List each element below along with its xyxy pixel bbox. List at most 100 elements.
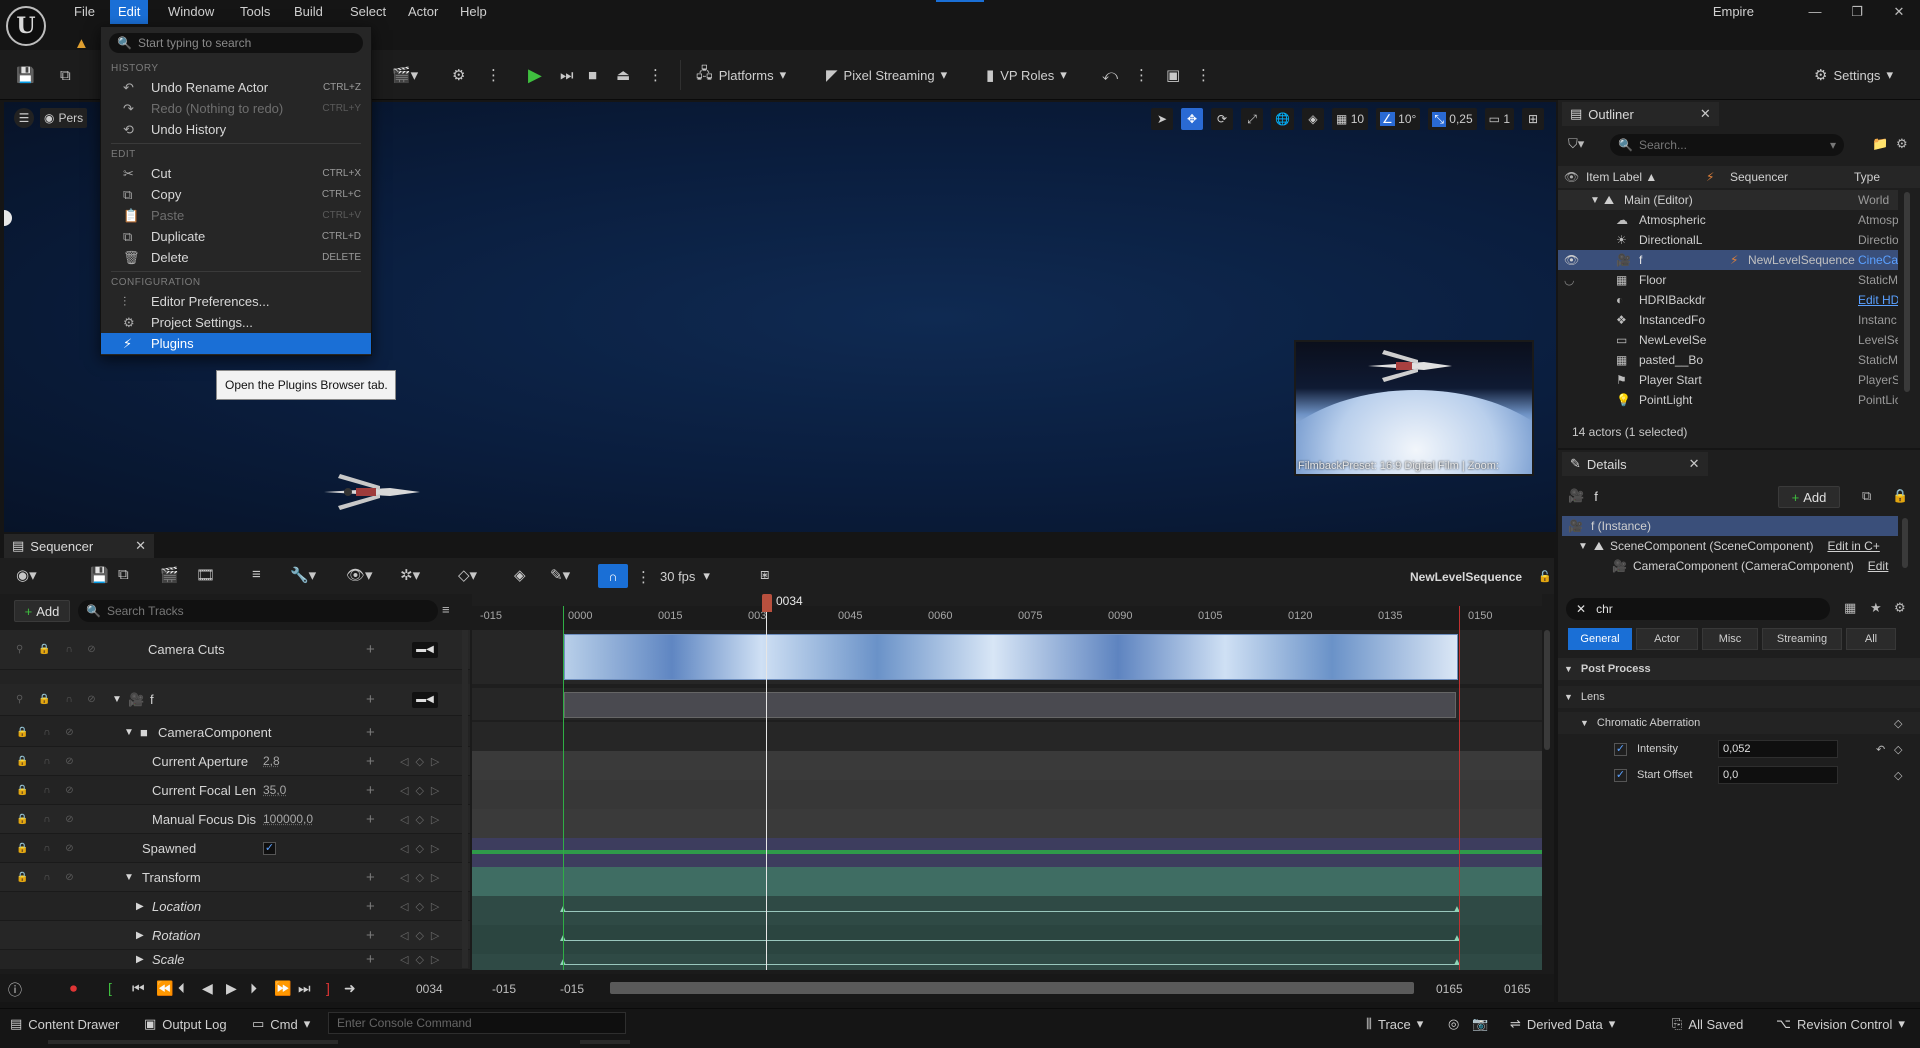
menu-search-input[interactable]: 🔍 Start typing to search	[109, 33, 363, 53]
derived-data-button[interactable]: ⇌ Derived Data ▾	[1510, 1016, 1615, 1032]
camera-cuts-icon[interactable]: 🎬	[160, 566, 179, 584]
rotate-tool-icon[interactable]: ⟳	[1211, 108, 1234, 130]
keyframe-nav-icons[interactable]: ◁◇▷	[400, 953, 446, 966]
details-search-input[interactable]: ✕ chr	[1566, 598, 1830, 620]
perspective-button[interactable]: ◉ Pers	[40, 108, 88, 128]
track-location[interactable]: ▶ Location + ◁◇▷	[0, 892, 470, 921]
undo-rename-actor-item[interactable]: ↶ Undo Rename Actor CTRL+Z	[101, 77, 371, 98]
translate-tool-icon[interactable]: ✥	[1181, 108, 1204, 130]
tab-streaming[interactable]: Streaming	[1762, 628, 1842, 650]
camera-component-row[interactable]: 🎥 CameraComponent (CameraComponent) Edit	[1612, 556, 1888, 576]
auto-key-icon[interactable]: ◈	[514, 566, 526, 584]
column-type[interactable]: Type	[1854, 170, 1880, 184]
table-view-icon[interactable]: ▦	[1844, 600, 1856, 616]
all-saved-button[interactable]: ⎘ All Saved	[1672, 1016, 1743, 1032]
lock-icons[interactable]: 🔒 ∩ ⊘	[16, 727, 80, 738]
close-icon[interactable]: ✕	[1689, 456, 1700, 472]
playback-options-icon[interactable]: ≡	[252, 566, 261, 583]
track-current-aperture[interactable]: 🔒 ∩ ⊘ Current Aperture 2,8 + ◁◇▷	[0, 747, 470, 776]
keyframe-icon[interactable]: ▲	[1452, 957, 1462, 968]
lock-icons[interactable]: 🔒 ∩ ⊘	[16, 872, 80, 883]
spawned-checkbox[interactable]: ✓	[263, 841, 276, 855]
trace-button[interactable]: ⫼ Trace ▾	[1366, 1016, 1423, 1032]
select-tool-icon[interactable]: ➤	[1151, 108, 1174, 130]
edit-mode-icon[interactable]: ✎▾	[550, 566, 570, 584]
play-forward-icon[interactable]: ▶	[226, 980, 237, 997]
menu-help[interactable]: Help	[452, 0, 495, 24]
set-start-icon[interactable]: [	[108, 980, 112, 996]
stop-icon[interactable]: ■	[588, 62, 597, 88]
platforms-button[interactable]: 🖧 Platforms ▾	[696, 62, 786, 88]
keyframe-icon[interactable]: ▲	[1452, 933, 1462, 944]
blueprint-convert-icon[interactable]: ⧉	[1862, 488, 1871, 504]
add-icon[interactable]: +	[366, 753, 375, 770]
track-transform[interactable]: 🔒 ∩ ⊘ ▼ Transform + ◁◇▷	[0, 863, 470, 892]
tab-misc[interactable]: Misc	[1702, 628, 1758, 650]
track-camera-cuts[interactable]: ⚲ 🔒 ∩ ⊘ Camera Cuts + ▬◀	[0, 630, 470, 670]
delete-item[interactable]: 🗑 Delete DELETE	[101, 247, 371, 268]
keyframe-icon[interactable]: ▲	[1452, 904, 1462, 915]
playhead-handle[interactable]	[762, 594, 772, 612]
unreal-logo-icon[interactable]: U	[6, 6, 46, 46]
outliner-search-input[interactable]: 🔍 Search... ▾	[1610, 134, 1844, 156]
play-options-icon[interactable]: ⋮	[648, 62, 663, 88]
outliner-row[interactable]: ☀ DirectionalL Directio	[1558, 230, 1898, 250]
menu-tools[interactable]: Tools	[232, 0, 278, 24]
intensity-input[interactable]: 0,052	[1718, 740, 1838, 758]
add-icon[interactable]: +	[366, 869, 375, 886]
settings-gear-icon[interactable]: ⚙	[1896, 136, 1908, 152]
step-icon[interactable]: ⏭	[560, 62, 574, 88]
pin-lock-icons[interactable]: ⚲ 🔒 ∩ ⊘	[16, 694, 102, 705]
settings-gear-icon[interactable]: ⚙	[1894, 600, 1906, 616]
copy-item[interactable]: ⧉ Copy CTRL+C	[101, 184, 371, 205]
intensity-checkbox[interactable]: ✓	[1614, 742, 1627, 756]
menu-file[interactable]: File	[66, 0, 103, 24]
info-icon[interactable]: ⓘ	[8, 980, 22, 1000]
lock-icons[interactable]: 🔒 ∩ ⊘	[16, 756, 80, 767]
redo-item[interactable]: ↷ Redo (Nothing to redo) CTRL+Y	[101, 98, 371, 119]
timeline-area[interactable]: -015 0000 0015 003 0045 0060 0075 0090 0…	[472, 594, 1542, 970]
camera-lock-icon[interactable]: ▬◀	[412, 641, 438, 658]
pixel-streaming-button[interactable]: ◤ Pixel Streaming ▾	[826, 62, 947, 88]
view-end-frame[interactable]: 0165	[1504, 982, 1531, 996]
pin-lock-icons[interactable]: ⚲ 🔒 ∩ ⊘	[16, 644, 102, 655]
outliner-row-world[interactable]: ▼ ⛰ Main (Editor) World	[1558, 190, 1898, 210]
column-item-label[interactable]: Item Label ▲	[1586, 170, 1657, 184]
eject-icon[interactable]: ⏏	[616, 62, 630, 88]
prev-key-icon[interactable]: ⏪	[156, 980, 173, 997]
current-frame[interactable]: 0034	[416, 982, 443, 996]
keyframe-nav-icons[interactable]: ◁◇▷	[400, 929, 446, 942]
details-tab[interactable]: ✎ Details ✕	[1562, 452, 1708, 476]
grid-snap-button[interactable]: ▦ 10	[1332, 108, 1369, 130]
start-offset-input[interactable]: 0,0	[1718, 766, 1838, 784]
add-icon[interactable]: +	[366, 641, 375, 658]
add-component-button[interactable]: + Add	[1778, 486, 1840, 508]
tab-actor[interactable]: Actor	[1636, 628, 1698, 650]
add-icon[interactable]: +	[366, 927, 375, 944]
add-folder-icon[interactable]: 📁	[1872, 136, 1888, 152]
revision-icon[interactable]: ⤺	[1102, 62, 1118, 88]
components-scrollbar[interactable]	[1902, 518, 1908, 568]
record-icon[interactable]: ⏺	[70, 980, 77, 997]
add-icon[interactable]: +	[366, 811, 375, 828]
menu-select[interactable]: Select	[342, 0, 394, 24]
outliner-row[interactable]: ▦ pasted__Bo StaticM	[1558, 350, 1898, 370]
snap-options-icon[interactable]: ⋮	[636, 568, 651, 586]
next-key-icon[interactable]: ⏩	[274, 980, 291, 997]
view-options-icon[interactable]: 👁▾	[346, 566, 373, 584]
outliner-row[interactable]: ☁ Atmospheric Atmosp	[1558, 210, 1898, 230]
add-track-button[interactable]: + Add	[14, 600, 70, 622]
tab-all[interactable]: All	[1846, 628, 1896, 650]
keyframe-diamond-icon[interactable]: ◇	[1894, 769, 1902, 782]
next-frame-icon[interactable]: ⏵	[250, 980, 257, 997]
paste-item[interactable]: 📋 Paste CTRL+V	[101, 205, 371, 226]
filter-options-icon[interactable]: ✲▾	[400, 566, 420, 584]
track-f[interactable]: ⚲ 🔒 ∩ ⊘ ▼ 🎥 f + ▬◀	[0, 684, 470, 716]
menu-window[interactable]: Window	[160, 0, 222, 24]
camera-cut-section[interactable]	[564, 634, 1458, 680]
camera-speed-button[interactable]: ▭ 1	[1484, 108, 1514, 130]
cinematics-icon[interactable]: 🎬▾	[392, 62, 418, 88]
loop-icon[interactable]: ➜	[344, 980, 356, 997]
scale-snap-button[interactable]: ⤡ 0,25	[1428, 108, 1477, 130]
add-icon[interactable]: +	[366, 782, 375, 799]
